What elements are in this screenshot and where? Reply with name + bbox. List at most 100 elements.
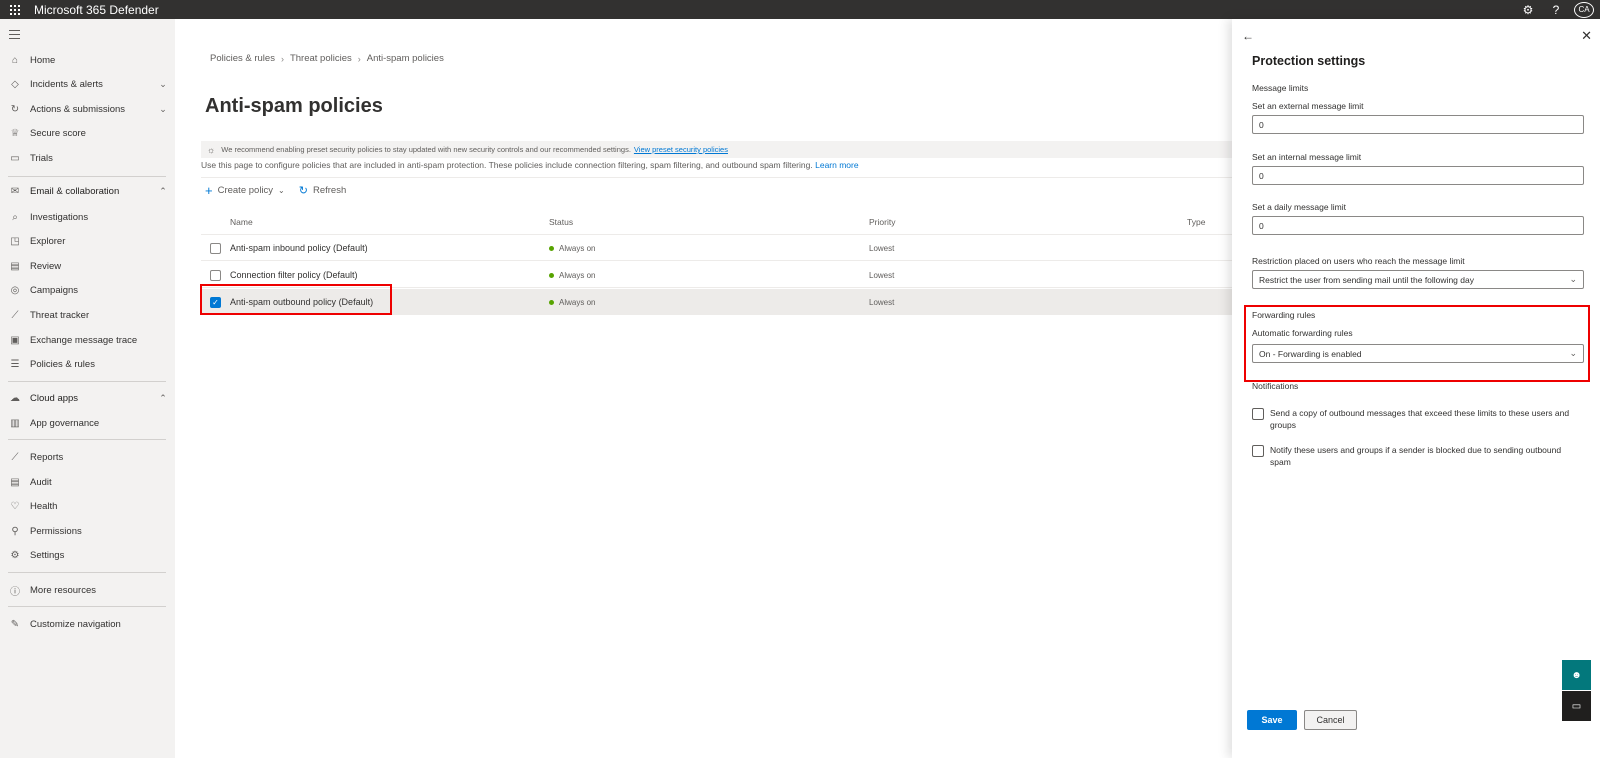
shield-icon: ◇: [11, 78, 19, 90]
view-preset-policies-link[interactable]: View preset security policies: [634, 145, 728, 154]
sidebar-item-secure-score[interactable]: ♕ Secure score: [0, 122, 175, 144]
close-icon[interactable]: ✕: [1581, 28, 1592, 44]
sidebar-item-investigations[interactable]: ⌕ Investigations: [0, 206, 175, 228]
description-text: Use this page to configure policies that…: [201, 160, 813, 170]
notify-blocked-option[interactable]: Notify these users and groups if a sende…: [1252, 444, 1582, 468]
sidebar-item-more-resources[interactable]: ⓘ More resources: [0, 579, 175, 601]
sidebar-item-explorer[interactable]: ◳ Explorer: [0, 230, 175, 252]
divider: [201, 177, 1241, 178]
review-icon: ▤: [10, 260, 20, 272]
settings-icon: ⚙: [10, 549, 20, 561]
sidebar-item-email-collaboration[interactable]: ✉ Email & collaboration ⌃: [0, 180, 175, 202]
breadcrumb: Policies & rules › Threat policies › Ant…: [210, 53, 444, 64]
row-checkbox[interactable]: [210, 243, 221, 254]
column-header-type[interactable]: Type: [1187, 209, 1205, 234]
refresh-button[interactable]: ↻ Refresh: [299, 184, 346, 197]
sidebar-item-settings[interactable]: ⚙ Settings: [0, 544, 175, 566]
restriction-label: Restriction placed on users who reach th…: [1252, 256, 1465, 266]
sidebar-item-trials[interactable]: ▭ Trials: [0, 147, 175, 169]
app-launcher-icon[interactable]: [0, 0, 30, 19]
help-icon[interactable]: ?: [1542, 0, 1570, 19]
column-header-name[interactable]: Name: [230, 209, 253, 234]
daily-limit-input[interactable]: 0: [1252, 216, 1584, 235]
breadcrumb-item[interactable]: Threat policies: [290, 53, 352, 64]
back-arrow-icon[interactable]: ←: [1242, 29, 1254, 43]
internal-limit-input[interactable]: 0: [1252, 166, 1584, 185]
chevron-down-icon: ⌄: [278, 186, 285, 195]
restriction-value: Restrict the user from sending mail unti…: [1259, 274, 1474, 285]
internal-limit-label: Set an internal message limit: [1252, 152, 1362, 162]
chevron-right-icon: ›: [280, 53, 284, 64]
policy-name[interactable]: Anti-spam inbound policy (Default): [230, 235, 368, 261]
notify-copy-checkbox[interactable]: [1252, 408, 1264, 420]
cloud-icon: ☁: [10, 392, 20, 404]
forwarding-dropdown[interactable]: On - Forwarding is enabled ⌄: [1252, 344, 1584, 363]
chat-icon[interactable]: ▭: [1562, 691, 1591, 721]
hamburger-icon[interactable]: [9, 30, 20, 42]
sidebar-item-actions[interactable]: ↻ Actions & submissions ⌄: [0, 98, 175, 120]
feedback-icon[interactable]: ☻: [1562, 660, 1591, 690]
selected-policy-highlight: [200, 284, 392, 315]
sidebar-item-label: Incidents & alerts: [30, 78, 103, 90]
avatar[interactable]: CA: [1574, 1, 1594, 18]
create-policy-button[interactable]: + Create policy ⌄: [205, 184, 285, 197]
gear-icon[interactable]: ⚙: [1514, 0, 1542, 19]
sidebar-item-cloud-apps[interactable]: ☁ Cloud apps ⌃: [0, 387, 175, 409]
chevron-up-icon: ⌃: [159, 185, 167, 196]
exchange-icon: ▣: [10, 334, 20, 346]
sidebar-item-campaigns[interactable]: ◎ Campaigns: [0, 279, 175, 301]
sidebar-item-home[interactable]: ⌂ Home: [0, 49, 175, 71]
pencil-icon: ✎: [10, 618, 20, 630]
cancel-button[interactable]: Cancel: [1304, 710, 1357, 730]
threat-tracker-icon: ⟋: [11, 309, 19, 321]
top-bar: Microsoft 365 Defender ⚙ ? CA: [0, 0, 1600, 19]
sidebar-item-incidents[interactable]: ◇ Incidents & alerts ⌄: [0, 73, 175, 95]
main-content: Policies & rules › Threat policies › Ant…: [175, 19, 1241, 758]
forwarding-heading: Forwarding rules: [1252, 310, 1316, 320]
sidebar-item-app-governance[interactable]: ▥ App governance: [0, 412, 175, 434]
policy-status: Always on: [549, 262, 595, 288]
notify-copy-label: Send a copy of outbound messages that ex…: [1270, 408, 1570, 430]
sidebar-item-label: Explorer: [30, 235, 66, 247]
table-row[interactable]: Anti-spam inbound policy (Default) Alway…: [201, 235, 1241, 261]
policy-priority: Lowest: [869, 243, 895, 253]
sidebar-item-health[interactable]: ♡ Health: [0, 495, 175, 517]
notify-copy-option[interactable]: Send a copy of outbound messages that ex…: [1252, 407, 1582, 431]
row-checkbox[interactable]: [210, 270, 221, 281]
save-button[interactable]: Save: [1247, 710, 1297, 730]
sidebar-item-exchange-message-trace[interactable]: ▣ Exchange message trace: [0, 329, 175, 351]
sidebar-item-label: Investigations: [30, 211, 89, 223]
sidebar: ⌂ Home ◇ Incidents & alerts ⌄ ↻ Actions & su…: [0, 19, 175, 758]
sidebar-item-label: Trials: [30, 152, 53, 164]
sidebar-item-label: Health: [30, 500, 58, 512]
recommendation-bar: ☼ We recommend enabling preset security …: [201, 141, 1241, 158]
sidebar-item-permissions[interactable]: ⚲ Permissions: [0, 520, 175, 542]
sidebar-item-label: Permissions: [30, 525, 82, 537]
permissions-icon: ⚲: [11, 525, 19, 537]
column-header-priority[interactable]: Priority: [869, 209, 895, 234]
sidebar-item-threat-tracker[interactable]: ⟋ Threat tracker: [0, 304, 175, 326]
column-header-status[interactable]: Status: [549, 209, 573, 234]
external-limit-input[interactable]: 0: [1252, 115, 1584, 134]
sidebar-item-review[interactable]: ▤ Review: [0, 255, 175, 277]
restriction-dropdown[interactable]: Restrict the user from sending mail unti…: [1252, 270, 1584, 289]
sidebar-item-audit[interactable]: ▤ Audit: [0, 471, 175, 493]
refresh-label: Refresh: [312, 185, 347, 196]
forwarding-value: On - Forwarding is enabled: [1259, 348, 1362, 359]
sidebar-item-policies-rules[interactable]: ☰ Policies & rules: [0, 353, 175, 375]
nav-divider: [8, 439, 166, 440]
sidebar-item-label: Threat tracker: [30, 309, 90, 321]
breadcrumb-item[interactable]: Policies & rules: [210, 53, 275, 64]
nav-divider: [8, 176, 166, 177]
sidebar-item-reports[interactable]: ⟋ Reports: [0, 446, 175, 468]
trophy-icon: ♕: [10, 127, 20, 139]
lightbulb-icon: ☼: [207, 144, 216, 155]
trials-icon: ▭: [10, 152, 20, 164]
chevron-down-icon: ⌄: [159, 78, 167, 89]
learn-more-link[interactable]: Learn more: [815, 160, 858, 170]
sidebar-item-label: Campaigns: [30, 284, 79, 296]
app-title[interactable]: Microsoft 365 Defender: [34, 3, 159, 17]
sidebar-item-label: Customize navigation: [30, 618, 121, 630]
sidebar-item-customize-navigation[interactable]: ✎ Customize navigation: [0, 613, 175, 635]
notify-blocked-checkbox[interactable]: [1252, 445, 1264, 457]
